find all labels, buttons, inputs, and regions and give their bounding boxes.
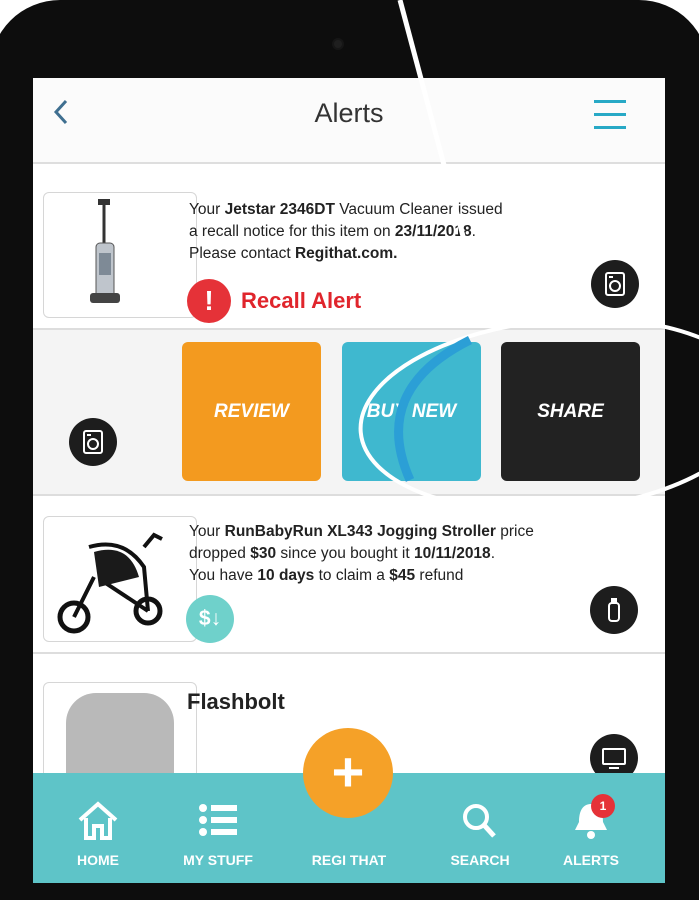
alert-row-recall[interactable]: Your Jetstar 2346DT Vacuum Cleaner issue… (33, 164, 665, 330)
washing-machine-icon (591, 260, 639, 308)
hamburger-menu-icon[interactable] (594, 100, 626, 129)
washing-machine-icon (69, 418, 117, 466)
product-name: Flashbolt (187, 689, 285, 714)
add-item-button[interactable]: + (303, 728, 393, 818)
alert-row-price-drop[interactable]: Your RunBabyRun XL343 Jogging Stroller p… (33, 496, 665, 654)
exclamation-icon: ! (187, 279, 231, 323)
tab-search[interactable]: SEARCH (425, 800, 535, 868)
baby-bottle-icon (590, 586, 638, 634)
page-title: Alerts (314, 98, 384, 128)
camera-dot (334, 40, 342, 48)
price-drop-message: Your RunBabyRun XL343 Jogging Stroller p… (189, 523, 534, 584)
buy-new-button[interactable]: BUY NEW (342, 342, 481, 481)
recall-alert-label: Recall Alert (241, 288, 362, 313)
app-screen: Alerts Your Jetstar 2346DT Vacuum Cleane… (33, 78, 665, 883)
alerts-count-badge: 1 (591, 794, 615, 818)
price-drop-icon[interactable]: $↓ (186, 595, 234, 643)
review-button[interactable]: REVIEW (182, 342, 321, 481)
tab-my-stuff[interactable]: MY STUFF (163, 800, 273, 868)
search-icon (463, 804, 496, 838)
recall-message: Your Jetstar 2346DT Vacuum Cleaner issue… (189, 201, 503, 262)
share-button[interactable]: SHARE (501, 342, 640, 481)
stroller-image (43, 516, 197, 642)
recall-alert-badge[interactable]: ! Recall Alert (187, 279, 361, 323)
header-bar: Alerts (33, 78, 665, 164)
home-icon (78, 801, 118, 840)
list-icon (199, 804, 237, 836)
tab-home[interactable]: HOME (43, 800, 153, 868)
vacuum-image (43, 192, 197, 318)
